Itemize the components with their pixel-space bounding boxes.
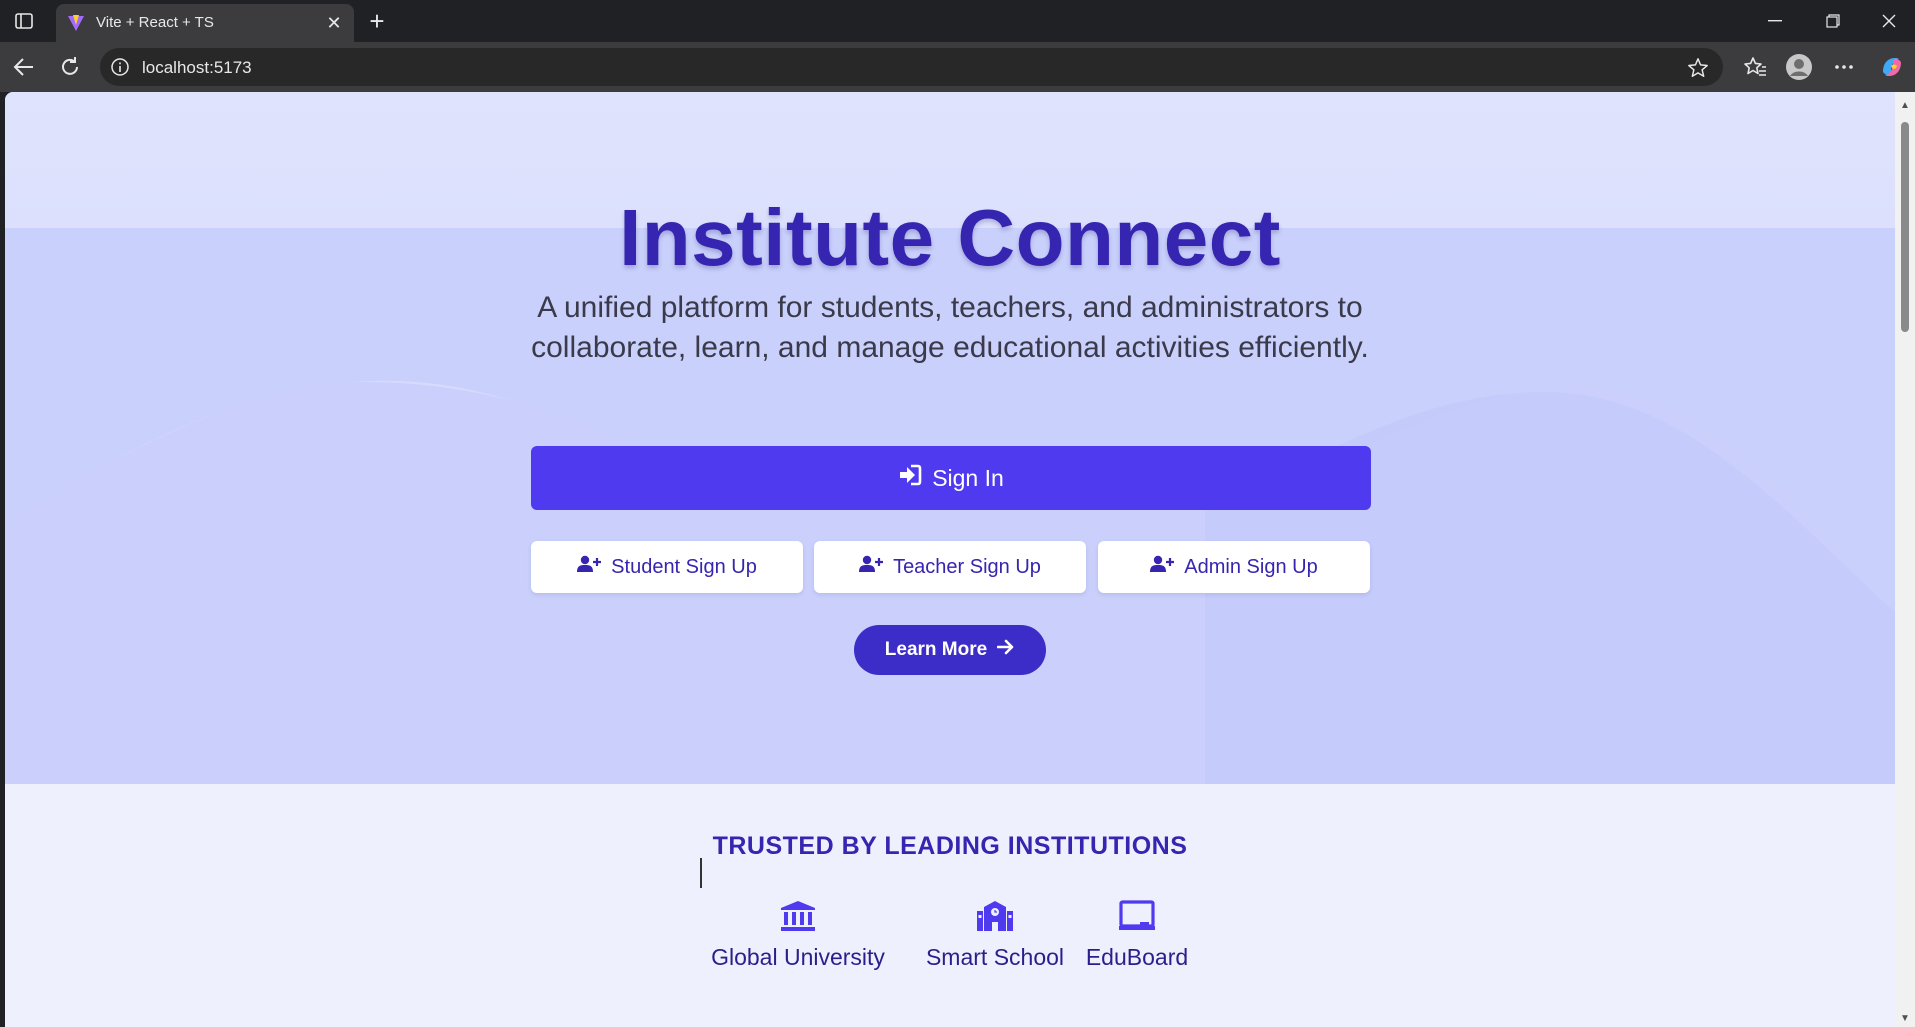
arrow-right-icon xyxy=(996,639,1015,661)
teacher-signup-button[interactable]: Teacher Sign Up xyxy=(814,541,1086,593)
vite-logo-icon xyxy=(66,13,86,33)
favorite-star-icon[interactable] xyxy=(1687,57,1709,79)
scroll-down-arrow-icon[interactable]: ▼ xyxy=(1899,1013,1911,1024)
learn-more-label: Learn More xyxy=(884,639,988,660)
institution-eduboard: EduBoard xyxy=(1077,898,1197,971)
browser-tab-bar: Vite + React + TS ✕ + xyxy=(0,0,1915,42)
scrollbar-thumb[interactable] xyxy=(1901,122,1909,332)
profile-avatar-icon[interactable] xyxy=(1784,52,1814,82)
institution-name: Smart School xyxy=(925,944,1065,970)
page-title: Institute Connect xyxy=(619,193,1281,282)
sign-in-button[interactable]: Sign In xyxy=(531,446,1371,510)
user-plus-icon xyxy=(859,555,884,579)
site-info-icon[interactable] xyxy=(110,57,130,77)
chalkboard-icon xyxy=(1118,898,1156,934)
institution-name: Global University xyxy=(711,944,885,970)
sidebar-toggle-icon[interactable] xyxy=(12,9,36,33)
reload-icon[interactable] xyxy=(55,52,85,82)
sign-in-label: Sign In xyxy=(932,464,1004,491)
admin-signup-label: Admin Sign Up xyxy=(1184,555,1318,578)
page-viewport: Institute Connect A unified platform for… xyxy=(5,92,1895,1027)
copilot-icon[interactable] xyxy=(1877,52,1907,82)
close-tab-icon[interactable]: ✕ xyxy=(324,13,344,33)
url-text: localhost:5173 xyxy=(142,58,252,77)
address-bar[interactable]: localhost:5173 xyxy=(100,48,1723,86)
student-signup-label: Student Sign Up xyxy=(611,555,757,578)
more-options-icon[interactable] xyxy=(1829,52,1859,82)
trusted-heading: TRUSTED BY LEADING INSTITUTIONS xyxy=(712,832,1188,860)
user-plus-icon xyxy=(1150,555,1175,579)
institution-name: EduBoard xyxy=(1085,944,1189,970)
tab-title: Vite + React + TS xyxy=(96,14,214,31)
school-icon xyxy=(976,898,1014,934)
learn-more-button[interactable]: Learn More xyxy=(854,625,1046,675)
browser-tab[interactable]: Vite + React + TS ✕ xyxy=(56,4,354,42)
back-arrow-icon[interactable] xyxy=(9,52,39,82)
sign-in-icon xyxy=(898,464,922,492)
student-signup-button[interactable]: Student Sign Up xyxy=(531,541,803,593)
hero-section: Institute Connect A unified platform for… xyxy=(5,92,1895,784)
building-columns-icon xyxy=(779,898,817,934)
admin-signup-button[interactable]: Admin Sign Up xyxy=(1098,541,1370,593)
restore-icon[interactable] xyxy=(1816,8,1850,34)
teacher-signup-label: Teacher Sign Up xyxy=(893,555,1041,578)
page-scrollbar[interactable]: ▲ ▼ xyxy=(1895,92,1915,1027)
institution-global-university: Global University xyxy=(699,898,897,971)
close-window-icon[interactable] xyxy=(1872,8,1906,34)
trusted-section: TRUSTED BY LEADING INSTITUTIONS Global U… xyxy=(5,784,1895,1027)
hero-subtitle: A unified platform for students, teacher… xyxy=(531,291,1369,364)
institution-smart-school: Smart School xyxy=(911,898,1079,971)
scroll-up-arrow-icon[interactable]: ▲ xyxy=(1899,100,1911,111)
user-plus-icon xyxy=(577,555,602,579)
new-tab-button[interactable]: + xyxy=(364,6,390,36)
browser-toolbar: localhost:5173 xyxy=(0,42,1915,92)
minimize-icon[interactable] xyxy=(1758,8,1792,34)
favorites-icon[interactable] xyxy=(1740,52,1770,82)
text-cursor xyxy=(700,858,702,888)
